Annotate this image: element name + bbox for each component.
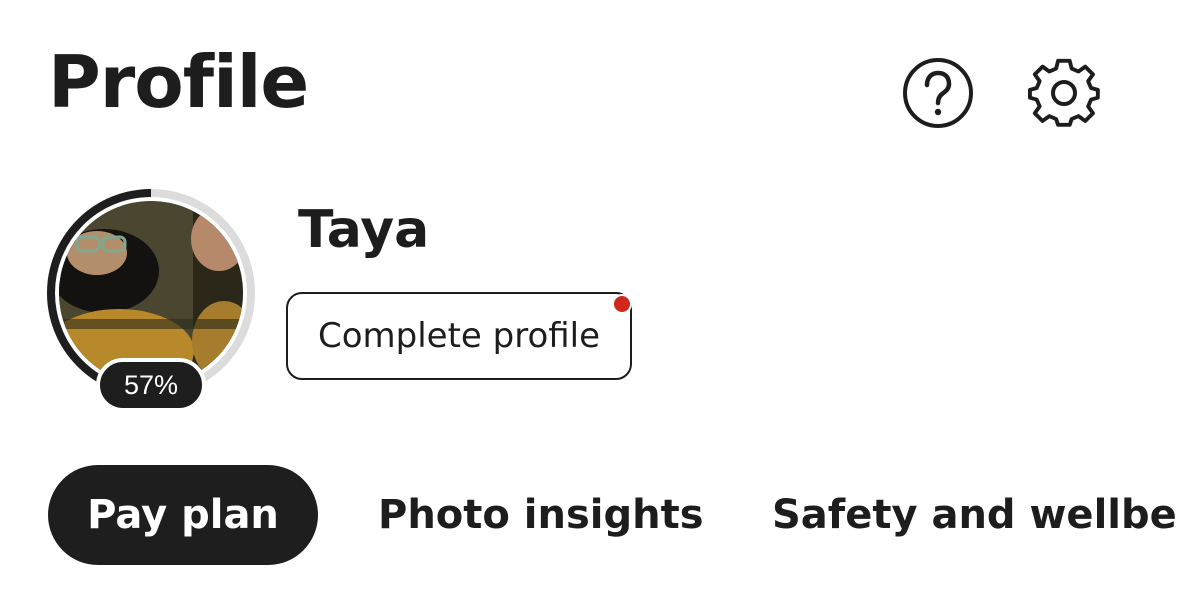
complete-profile-button[interactable]: Complete profile: [286, 292, 632, 380]
user-name: Taya: [298, 200, 430, 260]
profile-tabs: Pay plan Photo insights Safety and wellb…: [48, 465, 1179, 565]
tab-photo-insights[interactable]: Photo insights: [378, 465, 704, 565]
completion-badge: 57%: [96, 358, 206, 412]
notification-dot: [612, 294, 632, 314]
gear-icon: [1028, 58, 1100, 127]
avatar[interactable]: 57%: [44, 186, 258, 412]
settings-button[interactable]: [1026, 55, 1102, 131]
question-circle-icon: [903, 58, 973, 128]
tab-pay-plan[interactable]: Pay plan: [48, 465, 318, 565]
help-button[interactable]: [900, 55, 976, 131]
tab-safety-and-wellbeing[interactable]: Safety and wellbeing: [772, 465, 1179, 565]
page-title: Profile: [48, 40, 309, 124]
